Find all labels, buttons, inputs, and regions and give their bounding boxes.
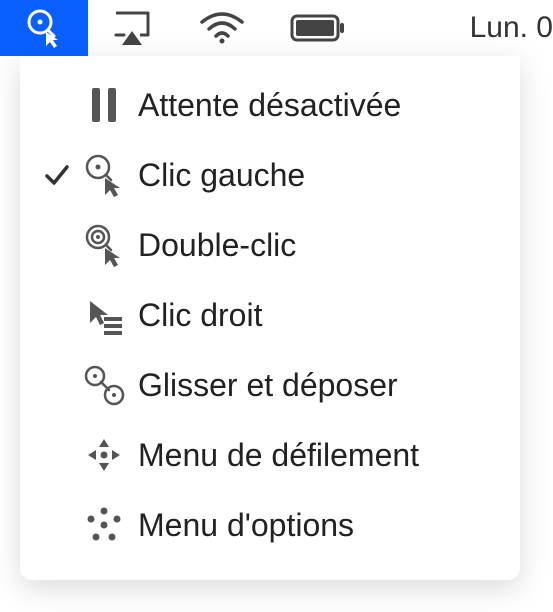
menu-item-double-click[interactable]: Double-clic <box>20 210 520 280</box>
pause-icon <box>87 84 121 126</box>
drag-drop-icon <box>82 363 126 407</box>
menubar: Lun. 0 <box>0 0 553 56</box>
menubar-date[interactable]: Lun. 0 <box>448 0 553 56</box>
menu-item-left-click[interactable]: Clic gauche <box>20 140 520 210</box>
wifi-icon <box>198 10 246 46</box>
menu-item-label: Glisser et déposer <box>132 367 502 404</box>
menu-item-label: Clic droit <box>132 297 502 334</box>
menu-item-label: Clic gauche <box>132 157 502 194</box>
left-click-icon <box>82 153 126 197</box>
menu-item-label: Menu de défilement <box>132 437 502 474</box>
checkmark-icon <box>43 161 71 189</box>
menu-item-label: Double-clic <box>132 227 502 264</box>
menu-item-right-click[interactable]: Clic droit <box>20 280 520 350</box>
scroll-menu-icon <box>82 433 126 477</box>
airplay-icon <box>110 9 154 47</box>
battery-menubar-item[interactable] <box>268 0 368 56</box>
dwell-control-menubar-item[interactable] <box>0 0 88 56</box>
menu-item-drag-drop[interactable]: Glisser et déposer <box>20 350 520 420</box>
dwell-cursor-icon <box>22 8 66 48</box>
battery-icon <box>290 14 346 42</box>
menu-item-label: Menu d'options <box>132 507 502 544</box>
dwell-control-menu: Attente désactivée Clic gauche <box>20 56 520 580</box>
right-click-icon <box>82 293 126 337</box>
double-click-icon <box>82 223 126 267</box>
menu-item-dwell-off[interactable]: Attente désactivée <box>20 70 520 140</box>
menu-item-label: Attente désactivée <box>132 87 502 124</box>
wifi-menubar-item[interactable] <box>176 0 268 56</box>
airplay-menubar-item[interactable] <box>88 0 176 56</box>
menu-item-options-menu[interactable]: Menu d'options <box>20 490 520 560</box>
menu-item-scroll-menu[interactable]: Menu de défilement <box>20 420 520 490</box>
options-menu-icon <box>82 503 126 547</box>
